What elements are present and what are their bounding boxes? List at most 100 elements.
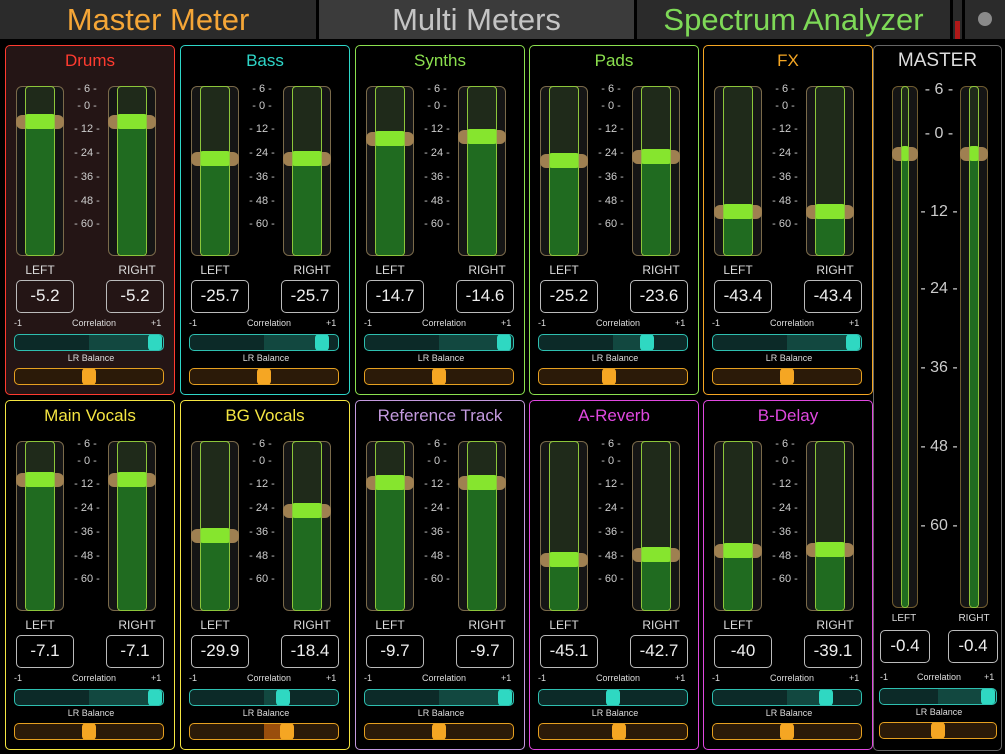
db-scale-tick: - 12 - (249, 478, 275, 490)
correlation-label: Correlation (769, 318, 815, 328)
channel-title: Bass (246, 51, 284, 70)
db-scale-tick: - 12 - (772, 478, 798, 490)
channel-title: Reference Track (377, 406, 503, 425)
right-label: RIGHT (642, 618, 680, 632)
db-scale: - 6 - - 0 - - 12 - - 24 - - 36 - - 48 - - 60 - (420, 437, 454, 607)
meter-track (200, 86, 230, 256)
db-scale-tick: - 0 - (427, 100, 447, 112)
right-value-readout: -9.7 (456, 635, 514, 668)
correlation-min-label: -1 (538, 318, 547, 328)
left-meter (714, 86, 762, 256)
correlation-meter (14, 334, 164, 351)
correlation-max-label: +1 (326, 673, 337, 683)
db-scale-tick: - 48 - (598, 195, 624, 207)
right-label: RIGHT (118, 618, 156, 632)
tab-master-meter[interactable]: Master Meter (0, 0, 316, 39)
balance-meter (712, 723, 862, 740)
channel-panel-main-vocals: Main Vocals - 6 -- 0 -- 12 -- 24 -- 36 --… (5, 400, 175, 750)
correlation-label: Correlation (595, 318, 641, 328)
correlation-min-label: -1 (189, 673, 198, 683)
left-value-readout: -5.2 (16, 280, 74, 313)
meter-peak-indicator (201, 151, 229, 166)
correlation-label: Correlation (71, 673, 117, 683)
meter-level-fill (293, 153, 321, 255)
db-scale-tick: - 60 - (772, 218, 798, 230)
meter-peak-indicator (468, 129, 496, 144)
db-scale: - 6 - - 0 - - 12 - - 24 - - 36 - - 48 - - 60 - (594, 82, 628, 252)
left-value-readout: -29.9 (191, 635, 249, 668)
db-scale-tick: - 0 - (427, 455, 447, 467)
left-value-readout: -40 (714, 635, 772, 668)
balance-meter (14, 723, 164, 740)
correlation-max-label: +1 (849, 318, 860, 328)
db-scale-tick: - 60 - (249, 573, 275, 585)
balance-label: LR Balance (242, 353, 290, 363)
right-label: RIGHT (293, 263, 331, 277)
db-scale-tick: - 48 - (772, 550, 798, 562)
db-scale-tick: - 6 - (427, 83, 447, 95)
meter-peak-indicator (724, 204, 752, 219)
db-scale-tick: - 12 - (598, 123, 624, 135)
tab-multi-meters[interactable]: Multi Meters (319, 0, 634, 39)
db-scale-tick: - 6 - (427, 438, 447, 450)
balance-meter (538, 723, 688, 740)
right-value-readout: -0.4 (948, 630, 998, 663)
meter-track (25, 441, 55, 611)
db-scale-tick: - 36 - (598, 526, 624, 538)
right-value-readout: -39.1 (804, 635, 862, 668)
left-label: LEFT (25, 618, 55, 632)
meter-track (200, 441, 230, 611)
app-root: Master Meter Multi Meters Spectrum Analy… (0, 0, 1005, 754)
db-scale-tick: - 24 - (249, 147, 275, 159)
db-scale-tick: - 12 - (772, 123, 798, 135)
left-label: LEFT (891, 613, 917, 624)
right-label: RIGHT (816, 618, 854, 632)
correlation-label: Correlation (246, 318, 292, 328)
left-meter (16, 441, 64, 611)
balance-meter (364, 368, 514, 385)
channel-panel-fx: FX - 6 - - 0 - - 12 - - 24 - - 36 - - 48 - - 60… (703, 45, 873, 395)
tab-spectrum-analyzer[interactable]: Spectrum Analyzer (637, 0, 950, 39)
db-scale-tick: - 12 - (598, 478, 624, 490)
db-scale-tick: - 12 - (74, 478, 100, 490)
meter-track (969, 86, 979, 608)
db-scale-tick: - 12 - (249, 123, 275, 135)
db-scale-tick: - 24 - (424, 147, 450, 159)
meter-peak-indicator (376, 131, 404, 146)
db-scale: - 6 - - 0 - - 12 - - 24 - - 36 - - 48 - - 60 - (245, 437, 279, 607)
right-meter (458, 441, 506, 611)
db-scale: - 6 - - 0 - - 12 - - 24 - - 36 - - 48 - - 60 - (768, 82, 802, 252)
meter-track (815, 441, 845, 611)
correlation-fill (787, 335, 853, 350)
balance-label: LR Balance (242, 708, 290, 718)
meter-level-fill (376, 477, 404, 610)
db-scale-tick: - 0 - (924, 125, 954, 142)
right-label: RIGHT (468, 263, 506, 277)
left-label: LEFT (549, 263, 579, 277)
correlation-min-label: -1 (712, 318, 721, 328)
db-scale-tick: - 6 - (77, 83, 97, 95)
db-scale-tick: - 24 - (74, 502, 100, 514)
balance-label: LR Balance (591, 353, 639, 363)
right-value-readout: -5.2 (106, 280, 164, 313)
db-scale-tick: - 60 - (920, 517, 958, 534)
correlation-meter (14, 689, 164, 706)
correlation-meter (364, 334, 514, 351)
correlation-indicator (606, 690, 620, 705)
db-scale-tick: - 48 - (74, 550, 100, 562)
meter-track (25, 86, 55, 256)
correlation-indicator (276, 690, 290, 705)
correlation-meter (189, 334, 339, 351)
db-scale-tick: - 0 - (601, 455, 621, 467)
meter-track (901, 86, 909, 608)
left-value-readout: -25.7 (191, 280, 249, 313)
channel-title: Pads (594, 51, 634, 70)
master-panel: MASTER - 6 - - 0 - - 12 - - 24 - - 36 - - 48 -… (873, 45, 1002, 751)
master-title: MASTER (897, 50, 978, 71)
balance-indicator (780, 369, 794, 384)
right-label: RIGHT (958, 613, 990, 624)
correlation-fill (89, 690, 155, 705)
db-scale-tick: - 0 - (252, 100, 272, 112)
db-scale-tick: - 36 - (74, 171, 100, 183)
db-scale-tick: - 60 - (598, 573, 624, 585)
